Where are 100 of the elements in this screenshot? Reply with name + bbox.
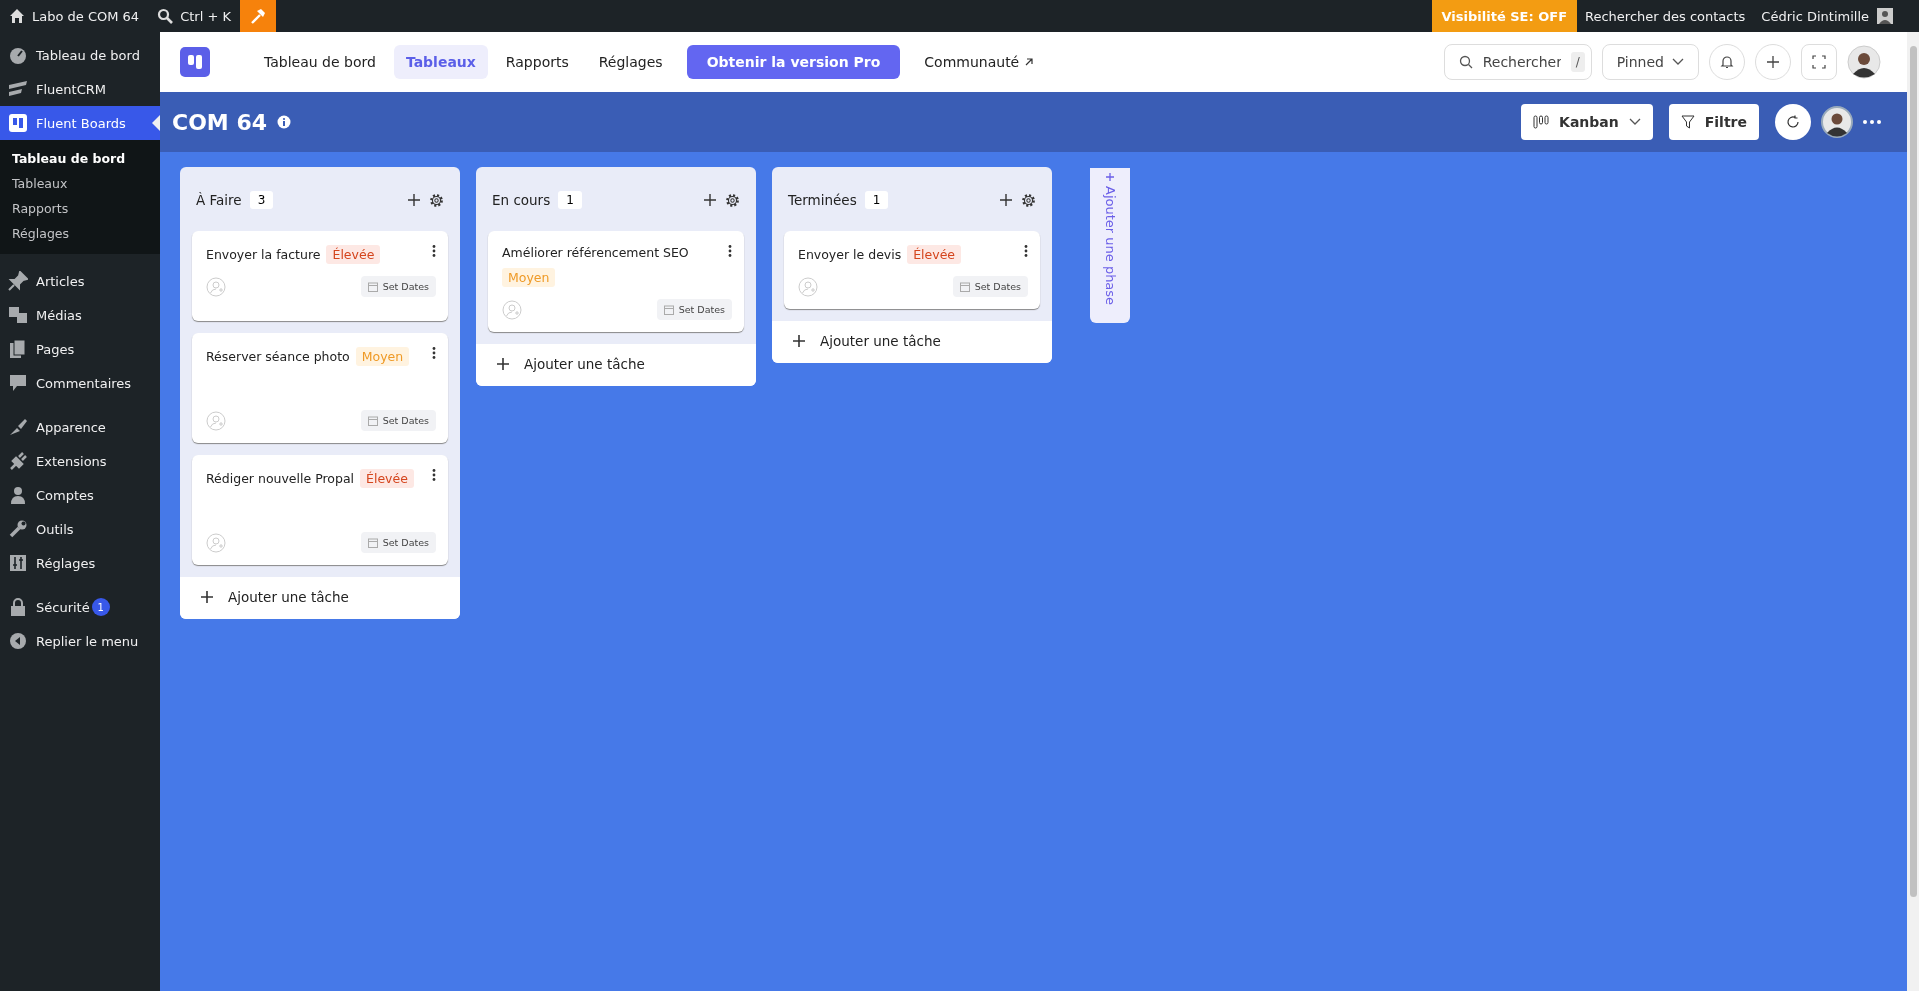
more-icon[interactable] (432, 347, 436, 359)
home-icon[interactable] (9, 8, 25, 24)
more-icon[interactable] (1863, 120, 1881, 124)
add-button[interactable] (1755, 44, 1791, 80)
plus-icon[interactable] (703, 193, 717, 207)
more-icon[interactable] (1024, 245, 1028, 257)
settings-icon[interactable] (725, 192, 740, 208)
site-name-link[interactable]: Labo de COM 64 (32, 8, 140, 24)
sidebar-item[interactable]: Extensions (0, 444, 160, 478)
search-icon[interactable] (157, 8, 174, 24)
plus-icon (1766, 55, 1780, 69)
calendar-icon (367, 537, 378, 548)
refresh-icon (1786, 115, 1800, 129)
scrollbar-thumb[interactable] (1909, 46, 1917, 897)
task-card[interactable]: Améliorer référencement SEO Moyen Set Dates (488, 231, 744, 332)
add-task-button[interactable]: Ajouter une tâche (476, 344, 756, 386)
set-dates-button[interactable]: Set Dates (360, 532, 436, 553)
search-icon (1458, 55, 1473, 69)
sidebar-item[interactable]: FluentCRM (0, 72, 160, 106)
submenu-item[interactable]: Rapports (0, 196, 160, 221)
task-count: 1 (864, 191, 889, 209)
task-card[interactable]: Réserver séance photo Moyen Set Dates (192, 333, 448, 443)
filter-button[interactable]: Filtre (1668, 104, 1759, 140)
app-logo[interactable] (180, 47, 210, 77)
task-card[interactable]: Rédiger nouvelle Propal Élevée Set Dates (192, 455, 448, 565)
view-dropdown[interactable]: Kanban (1521, 104, 1653, 140)
nav-tab[interactable]: Tableaux (393, 45, 488, 79)
set-dates-button[interactable]: Set Dates (360, 410, 436, 431)
nav-tab[interactable]: Réglages (586, 45, 675, 79)
set-dates-button[interactable]: Set Dates (952, 276, 1028, 297)
plus-icon (792, 334, 806, 348)
plus-icon[interactable] (407, 193, 421, 207)
upgrade-button[interactable]: Obtenir la version Pro (686, 45, 901, 79)
sidebar-item[interactable]: Commentaires (0, 366, 160, 400)
add-task-button[interactable]: Ajouter une tâche (772, 321, 1052, 363)
sidebar-item[interactable]: Réglages (0, 546, 160, 580)
nav-tab[interactable]: Communauté (912, 45, 1047, 79)
fullscreen-button[interactable] (1801, 44, 1837, 80)
calendar-icon (367, 281, 378, 292)
sidebar-item[interactable]: Apparence (0, 410, 160, 444)
set-dates-button[interactable]: Set Dates (360, 276, 436, 297)
submenu-item[interactable]: Tableau de bord (0, 146, 160, 171)
nav-tab[interactable]: Rapports (493, 45, 581, 79)
plug-icon (8, 451, 28, 471)
filter-icon (1680, 115, 1695, 129)
plus-icon (496, 357, 510, 371)
sidebar-item[interactable]: Replier le menu (0, 624, 160, 658)
fullscreen-icon (1812, 55, 1826, 69)
chevron-down-icon (1628, 118, 1641, 126)
settings-icon[interactable] (429, 192, 444, 208)
pages-icon (8, 339, 28, 359)
set-dates-button[interactable]: Set Dates (656, 299, 732, 320)
submenu-item[interactable]: Tableaux (0, 171, 160, 196)
pinned-dropdown[interactable]: Pinned (1601, 44, 1699, 80)
sidebar-item[interactable]: Fluent Boards (0, 106, 160, 140)
more-icon[interactable] (432, 469, 436, 481)
plus-icon (1105, 172, 1115, 182)
boards-icon (8, 113, 28, 133)
sidebar-item[interactable]: Articles (0, 264, 160, 298)
sidebar-item[interactable]: Comptes (0, 478, 160, 512)
pin-icon (8, 271, 28, 291)
avatar-icon[interactable] (1847, 45, 1881, 79)
board-title: COM 64 (172, 109, 267, 135)
calendar-icon (959, 281, 970, 292)
hammer-button[interactable] (239, 0, 276, 32)
nav-tab[interactable]: Tableau de bord (252, 45, 388, 79)
bell-icon (1720, 55, 1734, 69)
column-title: Terminées (788, 192, 857, 208)
external-link-icon (1024, 57, 1035, 67)
sidebar-item[interactable]: Sécurité 1 (0, 590, 160, 624)
plus-icon[interactable] (999, 193, 1013, 207)
plus-icon (200, 590, 214, 604)
sidebar-item[interactable]: Tableau de bord (0, 38, 160, 72)
settings-icon[interactable] (1021, 192, 1036, 208)
add-task-button[interactable]: Ajouter une tâche (180, 577, 460, 619)
collapse-icon (8, 631, 28, 651)
refresh-button[interactable] (1775, 104, 1811, 140)
notifications-button[interactable] (1709, 44, 1745, 80)
column-title: À Faire (196, 192, 242, 208)
task-card[interactable]: Envoyer la facture Élevée Set Dates (192, 231, 448, 321)
avatar-icon[interactable] (1821, 106, 1853, 138)
sidebar-item[interactable]: Outils (0, 512, 160, 546)
shortcut-key: / (1570, 52, 1585, 72)
add-phase-button[interactable]: Ajouter une phase (1090, 168, 1130, 323)
submenu-item[interactable]: Réglages (0, 221, 160, 246)
column-title: En cours (492, 192, 551, 208)
search-shortcut[interactable]: Ctrl + K (180, 8, 231, 24)
media-icon (8, 305, 28, 325)
more-icon[interactable] (728, 245, 732, 257)
contacts-search-link[interactable]: Rechercher des contacts (1577, 8, 1754, 24)
info-icon[interactable] (277, 115, 291, 129)
crm-icon (8, 79, 28, 99)
sidebar-item[interactable]: Médias (0, 298, 160, 332)
task-card[interactable]: Envoyer le devis Élevée Set Dates (784, 231, 1040, 309)
user-name[interactable]: Cédric Dintimille (1753, 8, 1877, 24)
sliders-icon (8, 553, 28, 573)
priority-tag: Élevée (326, 245, 381, 264)
more-icon[interactable] (432, 245, 436, 257)
comment-icon (8, 373, 28, 393)
sidebar-item[interactable]: Pages (0, 332, 160, 366)
